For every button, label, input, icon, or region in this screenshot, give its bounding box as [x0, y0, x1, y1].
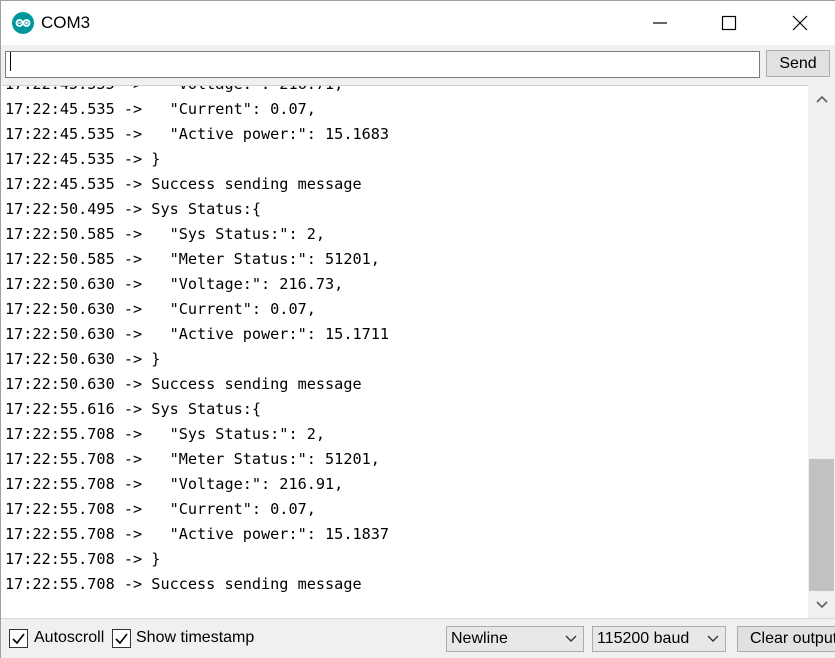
text-caret	[10, 52, 11, 71]
send-button[interactable]: Send	[766, 50, 830, 77]
arduino-logo-icon	[12, 12, 34, 34]
autoscroll-label[interactable]: Autoscroll	[34, 628, 104, 648]
minimize-button[interactable]	[637, 1, 683, 45]
output-line: 17:22:50.630 -> }	[5, 350, 161, 368]
maximize-icon	[721, 15, 737, 31]
scroll-up-button[interactable]	[808, 85, 835, 112]
baud-rate-select[interactable]: 115200 baud	[592, 626, 726, 652]
output-line: 17:22:55.708 -> "Sys Status:": 2,	[5, 425, 326, 443]
chevron-down-icon	[707, 635, 719, 642]
output-line: 17:22:55.708 -> "Meter Status:": 51201,	[5, 450, 380, 468]
serial-monitor-window: COM3 Send 17:22:45.535 -> "Voltage:": 21…	[0, 0, 835, 658]
minimize-icon	[653, 22, 667, 24]
vertical-scrollbar[interactable]	[808, 85, 835, 618]
clear-output-button[interactable]: Clear output	[737, 626, 835, 652]
title-bar: COM3	[1, 1, 835, 45]
output-line: 17:22:50.495 -> Sys Status:{	[5, 200, 262, 218]
scroll-down-button[interactable]	[808, 591, 835, 618]
bottom-bar: Autoscroll Show timestamp Newline 115200…	[1, 618, 835, 658]
baud-rate-value: 115200 baud	[597, 630, 690, 647]
output-line: 17:22:55.708 -> }	[5, 550, 161, 568]
serial-input[interactable]	[5, 51, 760, 78]
close-button[interactable]	[777, 1, 823, 45]
window-title: COM3	[41, 13, 91, 32]
autoscroll-checkbox[interactable]	[9, 629, 28, 648]
output-line: 17:22:50.630 -> "Voltage:": 216.73,	[5, 275, 344, 293]
chevron-down-icon	[565, 635, 577, 642]
output-line: 17:22:55.708 -> Success sending message	[5, 575, 362, 593]
output-line: 17:22:50.630 -> Success sending message	[5, 375, 362, 393]
output-line: 17:22:55.708 -> "Active power:": 15.1837	[5, 525, 390, 543]
output-line: 17:22:50.585 -> "Sys Status:": 2,	[5, 225, 326, 243]
output-line: 17:22:55.708 -> "Voltage:": 216.91,	[5, 475, 344, 493]
show-timestamp-label[interactable]: Show timestamp	[136, 628, 254, 648]
output-line: 17:22:45.535 -> }	[5, 150, 161, 168]
output-line: 17:22:55.616 -> Sys Status:{	[5, 400, 262, 418]
output-line: 17:22:50.630 -> "Current": 0.07,	[5, 300, 316, 318]
close-icon	[792, 15, 808, 31]
output-line: 17:22:50.630 -> "Active power:": 15.1711	[5, 325, 390, 343]
line-ending-select[interactable]: Newline	[446, 626, 584, 652]
checkmark-icon	[115, 633, 128, 645]
checkmark-icon	[12, 633, 25, 645]
output-lines: 17:22:45.535 -> "Voltage:": 216.71, 17:22…	[5, 86, 390, 597]
chevron-down-icon	[815, 600, 828, 608]
show-timestamp-checkbox[interactable]	[112, 629, 131, 648]
input-row	[1, 45, 835, 85]
chevron-up-icon	[815, 95, 828, 103]
maximize-button[interactable]	[706, 1, 752, 45]
scrollbar-thumb[interactable]	[809, 459, 834, 591]
output-line: 17:22:50.585 -> "Meter Status:": 51201,	[5, 250, 380, 268]
output-line: 17:22:55.708 -> "Current": 0.07,	[5, 500, 316, 518]
serial-output[interactable]: 17:22:45.535 -> "Voltage:": 216.71, 17:22…	[2, 85, 808, 618]
output-line: 17:22:45.535 -> "Active power:": 15.1683	[5, 125, 390, 143]
line-ending-value: Newline	[451, 630, 508, 647]
output-line: 17:22:45.535 -> Success sending message	[5, 175, 362, 193]
output-line: 17:22:45.535 -> "Voltage:": 216.71,	[5, 86, 389, 97]
output-line: 17:22:45.535 -> "Current": 0.07,	[5, 100, 316, 118]
